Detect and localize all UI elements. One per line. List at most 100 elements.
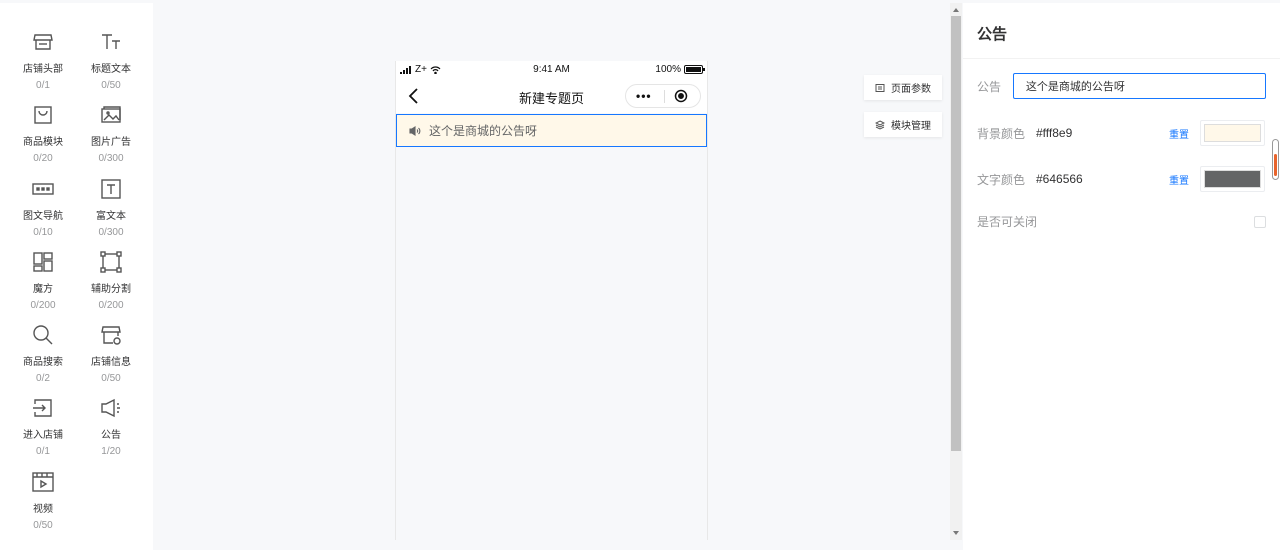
notice-label: 公告 (977, 79, 1002, 94)
component-count: 0/20 (33, 153, 53, 165)
component-count: 1/20 (101, 446, 121, 458)
component-notice[interactable]: 公告 1/20 (77, 392, 145, 465)
store-header-icon (33, 34, 53, 50)
text-color-row: 文字颜色 #646566 重置 (977, 166, 1266, 192)
text-color-reset-button[interactable]: 重置 (1169, 172, 1189, 187)
panel-title: 公告 (977, 26, 1008, 43)
component-name: 商品模块 (23, 137, 63, 149)
component-divider[interactable]: 辅助分割 0/200 (77, 246, 145, 319)
more-dots-icon[interactable]: ••• (636, 90, 652, 102)
component-count: 0/50 (101, 80, 121, 91)
status-bar: Z+ 9:41 AM 100% (396, 61, 707, 79)
component-name: 图文导航 (23, 210, 63, 222)
text-color-label: 文字颜色 (977, 172, 1026, 187)
notice-content-row: 公告 (977, 73, 1266, 99)
component-video[interactable]: 视频 0/50 (9, 466, 77, 539)
component-count: 0/50 (33, 519, 53, 531)
component-image-nav[interactable]: 图文导航 0/10 (9, 173, 77, 246)
component-name: 辅助分割 (91, 283, 131, 295)
bg-color-value: #fff8e9 (1036, 126, 1073, 140)
component-title-text[interactable]: 标题文本 0/50 (77, 26, 145, 99)
component-library: 店铺头部 0/1 标题文本 0/50 商品模块 0/20 图片广告 0/300 … (0, 3, 153, 550)
text-color-swatch (1204, 170, 1261, 188)
bg-color-reset-button[interactable]: 重置 (1169, 126, 1189, 141)
component-name: 店铺头部 (23, 64, 63, 75)
component-count: 0/200 (30, 299, 56, 311)
layers-icon (875, 119, 885, 130)
component-name: 图片广告 (91, 137, 131, 149)
scrollbar-thumb[interactable] (951, 16, 961, 451)
component-count: 0/10 (33, 226, 53, 238)
text-color-picker[interactable] (1200, 166, 1265, 192)
megaphone-icon (101, 399, 120, 418)
tab-label: 页面参数 (891, 84, 931, 95)
text-color-value: #646566 (1036, 172, 1083, 186)
component-name: 富文本 (96, 210, 126, 222)
component-name: 商品搜索 (23, 357, 63, 369)
component-enter-store[interactable]: 进入店铺 0/1 (9, 392, 77, 465)
battery-icon (684, 65, 705, 74)
notice-bar-preview[interactable]: 这个是商城的公告呀 (396, 114, 707, 147)
notice-text: 这个是商城的公告呀 (429, 124, 538, 138)
component-count: 0/200 (98, 299, 124, 311)
component-name: 标题文本 (91, 64, 131, 75)
scroll-up-arrow-icon[interactable] (953, 8, 959, 12)
notice-input[interactable] (1012, 73, 1266, 99)
tab-module-manage[interactable]: 模块管理 (864, 112, 942, 137)
divider-frame-icon (100, 251, 122, 273)
image-ad-icon (101, 106, 121, 123)
close-target-icon[interactable] (674, 89, 688, 103)
component-count: 0/2 (36, 373, 50, 385)
preview-scrollbar[interactable] (950, 3, 962, 540)
store-info-icon (101, 326, 121, 345)
component-cube[interactable]: 魔方 0/200 (9, 246, 77, 319)
editor-tabs: 页面参数 模块管理 (864, 75, 942, 149)
status-right: 100% (655, 64, 705, 75)
battery-fill (686, 67, 701, 72)
tab-page-params[interactable]: 页面参数 (864, 75, 942, 100)
panel-divider (963, 58, 1280, 59)
component-grid: 店铺头部 0/1 标题文本 0/50 商品模块 0/20 图片广告 0/300 … (9, 26, 145, 539)
component-store-info[interactable]: 店铺信息 0/50 (77, 319, 145, 392)
cube-grid-icon (33, 252, 53, 272)
component-count: 0/1 (36, 446, 50, 458)
component-rich-text[interactable]: 富文本 0/300 (77, 173, 145, 246)
component-name: 进入店铺 (23, 430, 63, 442)
image-nav-icon (32, 182, 54, 195)
closable-label: 是否可关闭 (977, 215, 1038, 229)
component-name: 公告 (101, 430, 121, 442)
phone-preview: Z+ 9:41 AM 100% 新建专题页 ••• 这个是商城的公告呀 (395, 61, 708, 540)
component-count: 0/300 (98, 226, 124, 238)
config-panel: 公告 公告 背景颜色 #fff8e9 重置 文字颜色 #646566 重置 是否… (963, 3, 1280, 550)
component-goods-search[interactable]: 商品搜索 0/2 (9, 319, 77, 392)
video-icon (32, 472, 54, 492)
closable-checkbox[interactable] (1254, 215, 1266, 228)
component-store-header[interactable]: 店铺头部 0/1 (9, 26, 77, 99)
battery-percent: 100% (655, 64, 681, 75)
component-image-ad[interactable]: 图片广告 0/300 (77, 99, 145, 172)
enter-store-icon (33, 399, 52, 418)
capsule-divider (664, 90, 665, 103)
component-name: 魔方 (33, 283, 53, 295)
miniprogram-capsule: ••• (625, 84, 701, 108)
shopping-bag-icon (34, 106, 52, 124)
component-goods[interactable]: 商品模块 0/20 (9, 99, 77, 172)
tab-label: 模块管理 (891, 121, 931, 132)
bg-color-label: 背景颜色 (977, 126, 1026, 141)
page-settings-icon (875, 83, 885, 92)
component-name: 店铺信息 (91, 357, 131, 369)
panel-scrollbar-thumb[interactable] (1274, 154, 1277, 176)
title-text-icon (102, 34, 120, 49)
search-icon (33, 325, 53, 345)
rich-text-icon (101, 178, 121, 199)
bg-color-row: 背景颜色 #fff8e9 重置 (977, 120, 1266, 146)
scroll-down-arrow-icon[interactable] (953, 531, 959, 535)
closable-row: 是否可关闭 (977, 213, 1266, 230)
speaker-icon (409, 125, 421, 136)
panel-scrollbar[interactable] (1272, 139, 1279, 180)
bg-color-swatch (1204, 124, 1261, 142)
component-count: 0/1 (36, 80, 50, 91)
phone-navbar: 新建专题页 ••• (396, 79, 707, 113)
bg-color-picker[interactable] (1200, 120, 1265, 146)
component-name: 视频 (33, 503, 53, 515)
